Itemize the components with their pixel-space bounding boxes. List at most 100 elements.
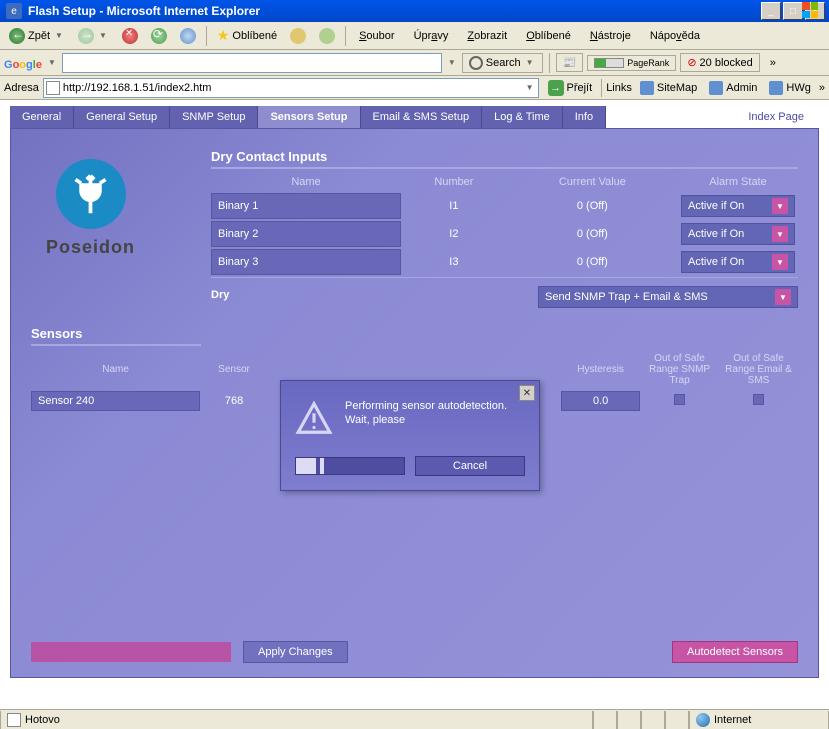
menu-help[interactable]: Nápověda <box>642 28 708 44</box>
links-label: Links <box>606 82 632 94</box>
menu-file[interactable]: Soubor <box>351 28 402 44</box>
email-sms-checkbox[interactable] <box>753 394 764 405</box>
progress-placeholder <box>31 642 231 662</box>
col-number: Number <box>401 173 507 191</box>
alarm-state-select[interactable]: Active if On▼ <box>681 223 795 245</box>
table-row: Binary 3 I3 0 (Off) Active if On▼ <box>211 249 798 275</box>
status-text: Hotovo <box>0 711 593 729</box>
pagerank-button[interactable]: PageRank <box>587 55 676 71</box>
tab-sensors-setup[interactable]: Sensors Setup <box>258 106 360 128</box>
input-number: I1 <box>401 193 507 219</box>
alarm-state-select[interactable]: Active if On▼ <box>681 251 795 273</box>
google-search-button[interactable]: Search ▼ <box>462 53 543 73</box>
input-name-field[interactable]: Binary 3 <box>211 249 401 275</box>
tab-snmp-setup[interactable]: SNMP Setup <box>170 106 258 128</box>
google-logo: Google <box>4 55 42 71</box>
history-icon <box>290 28 306 44</box>
col-alarm-state: Alarm State <box>678 173 798 191</box>
ie-icon: e <box>6 3 22 19</box>
history-button[interactable] <box>285 25 311 47</box>
tab-log-time[interactable]: Log & Time <box>482 106 563 128</box>
modal-progress-bar <box>295 457 405 475</box>
refresh-button[interactable] <box>146 25 172 47</box>
table-row: Binary 1 I1 0 (Off) Active if On▼ <box>211 193 798 219</box>
chevron-down-icon[interactable]: ▼ <box>524 83 536 92</box>
warning-icon <box>295 399 333 440</box>
tab-email-sms-setup[interactable]: Email & SMS Setup <box>361 106 483 128</box>
autodetect-sensors-button[interactable]: Autodetect Sensors <box>672 641 798 663</box>
link-icon <box>640 81 654 95</box>
home-button[interactable] <box>175 25 201 47</box>
status-pane <box>593 711 617 729</box>
alarm-state-select[interactable]: Active if On▼ <box>681 195 795 217</box>
chevron-down-icon: ▼ <box>775 289 791 305</box>
chevron-down-icon: ▼ <box>772 198 788 214</box>
window-title: Flash Setup - Microsoft Internet Explore… <box>26 4 761 18</box>
menu-tools[interactable]: Nástroje <box>582 28 639 44</box>
col-snmp-trap: Out of Safe Range SNMP Trap <box>640 350 719 389</box>
media-icon <box>319 28 335 44</box>
input-name-field[interactable]: Binary 2 <box>211 221 401 247</box>
window-titlebar: e Flash Setup - Microsoft Internet Explo… <box>0 0 829 22</box>
go-button[interactable]: → Přejít <box>543 77 598 99</box>
nav-toolbar: Zpět ▼ ▼ ★ Oblíbené Soubor Úpravy Zobraz… <box>0 22 829 50</box>
index-page-link[interactable]: Index Page <box>733 106 819 128</box>
tab-general[interactable]: General <box>10 106 74 128</box>
pagerank-bar-icon <box>594 58 624 68</box>
input-name-field[interactable]: Binary 1 <box>211 193 401 219</box>
favorites-button[interactable]: ★ Oblíbené <box>212 24 282 47</box>
link-sitemap[interactable]: SiteMap <box>636 79 701 97</box>
input-value: 0 (Off) <box>507 249 678 275</box>
sensor-name-field[interactable]: Sensor 240 <box>31 391 200 411</box>
tab-general-setup[interactable]: General Setup <box>74 106 170 128</box>
address-input[interactable] <box>63 82 524 94</box>
input-value: 0 (Off) <box>507 193 678 219</box>
snmp-trap-checkbox[interactable] <box>674 394 685 405</box>
status-pane <box>641 711 665 729</box>
menu-favorites[interactable]: Oblíbené <box>518 28 579 44</box>
menu-view[interactable]: Zobrazit <box>459 28 515 44</box>
more-icon[interactable]: » <box>764 57 782 69</box>
link-admin[interactable]: Admin <box>705 79 761 97</box>
media-button[interactable] <box>314 25 340 47</box>
link-hwg[interactable]: HWg <box>765 79 814 97</box>
page-icon <box>7 713 21 727</box>
status-bar: Hotovo Internet <box>0 709 829 729</box>
hysteresis-field[interactable]: 0.0 <box>561 391 640 411</box>
google-toolbar: Google ▼ ▼ Search ▼ 📰 PageRank ⊘ 20 bloc… <box>0 50 829 76</box>
link-icon <box>709 81 723 95</box>
modal-close-button[interactable]: ✕ <box>519 385 535 401</box>
modal-message: Performing sensor autodetection. Wait, p… <box>345 399 525 427</box>
dry-contact-table: Name Number Current Value Alarm State Bi… <box>211 171 798 277</box>
more-icon[interactable]: » <box>819 82 825 94</box>
dry-action-row: Dry Send SNMP Trap + Email & SMS▼ <box>211 277 798 308</box>
menu-edit[interactable]: Úpravy <box>406 28 457 44</box>
col-name: Name <box>211 173 401 191</box>
back-arrow-icon <box>9 28 25 44</box>
page-icon <box>46 81 60 95</box>
tab-info[interactable]: Info <box>563 106 606 128</box>
cancel-button[interactable]: Cancel <box>415 456 525 476</box>
col-name: Name <box>31 350 200 389</box>
windows-flag-icon <box>795 0 825 20</box>
stop-button[interactable] <box>117 25 143 47</box>
pagerank-label: PageRank <box>627 58 669 68</box>
security-zone: Internet <box>689 711 829 729</box>
forward-button[interactable]: ▼ <box>73 25 114 47</box>
address-label: Adresa <box>4 82 39 94</box>
apply-changes-button[interactable]: Apply Changes <box>243 641 348 663</box>
chevron-down-icon[interactable]: ▼ <box>46 58 58 67</box>
minimize-button[interactable]: _ <box>761 2 781 20</box>
google-news-button[interactable]: 📰 <box>556 53 584 72</box>
chevron-down-icon[interactable]: ▼ <box>446 58 458 67</box>
popup-blocker-button[interactable]: ⊘ 20 blocked <box>680 53 759 72</box>
page-content: General General Setup SNMP Setup Sensors… <box>0 100 829 711</box>
alarm-action-select[interactable]: Send SNMP Trap + Email & SMS▼ <box>538 286 798 308</box>
back-button[interactable]: Zpět ▼ <box>4 25 70 47</box>
logo-text: Poseidon <box>46 237 135 258</box>
go-arrow-icon: → <box>548 80 564 96</box>
google-search-input[interactable] <box>62 53 442 73</box>
input-number: I2 <box>401 221 507 247</box>
col-sensor: Sensor <box>200 350 268 389</box>
go-label: Přejít <box>567 82 593 94</box>
